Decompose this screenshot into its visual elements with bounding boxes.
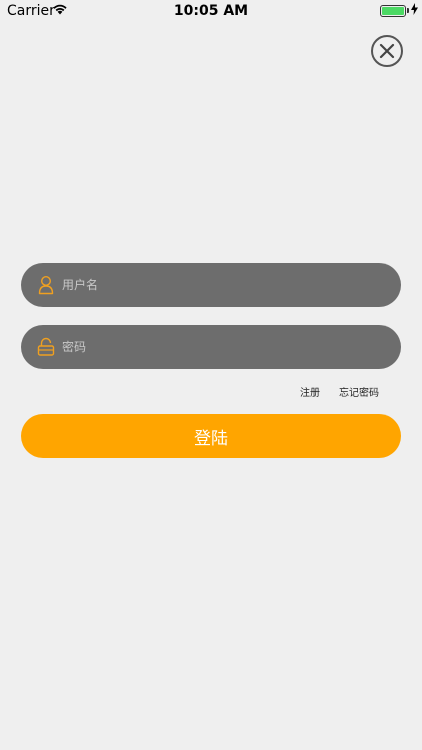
login-button[interactable]: 登陆: [21, 414, 401, 458]
charging-bolt-icon: [411, 3, 418, 19]
username-input[interactable]: [62, 263, 382, 307]
forgot-password-link[interactable]: 忘记密码: [339, 384, 379, 399]
battery-icon: [380, 5, 406, 17]
status-bar: Carrier 10:05 AM: [0, 0, 422, 22]
register-link[interactable]: 注册: [300, 384, 320, 399]
user-icon: [36, 275, 56, 295]
battery-nub: [407, 8, 409, 13]
close-icon: [379, 43, 395, 59]
login-button-label: 登陆: [194, 428, 228, 449]
username-field[interactable]: [21, 263, 401, 307]
login-screen: Carrier 10:05 AM 用户名 注册 忘记密码 登陆: [0, 0, 422, 750]
status-time: 10:05 AM: [173, 3, 249, 19]
close-button[interactable]: [371, 35, 403, 67]
password-input[interactable]: [62, 325, 382, 369]
lock-icon: [36, 337, 56, 357]
password-field[interactable]: [21, 325, 401, 369]
